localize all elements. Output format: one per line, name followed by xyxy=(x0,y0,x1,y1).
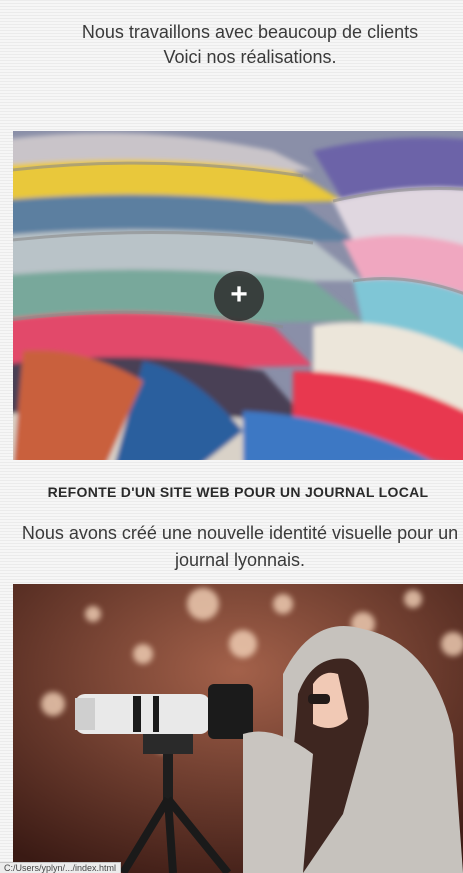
intro-line-2: Voici nos réalisations. xyxy=(163,47,337,67)
photographer-illustration xyxy=(13,584,463,873)
intro-line-1: Nous travaillons avec beaucoup de client… xyxy=(81,22,419,42)
zoom-plus-button[interactable]: + xyxy=(214,271,264,321)
project-title: REFONTE D'UN SITE WEB POUR UN JOURNAL LO… xyxy=(47,484,429,500)
project-image-photographer[interactable] xyxy=(13,584,463,873)
intro-text: Nous travaillons avec beaucoup de client… xyxy=(0,20,463,70)
status-bar-url: C:/Users/yplyn/.../index.html xyxy=(0,862,122,873)
project-description: Nous avons créé une nouvelle identité vi… xyxy=(21,523,459,570)
